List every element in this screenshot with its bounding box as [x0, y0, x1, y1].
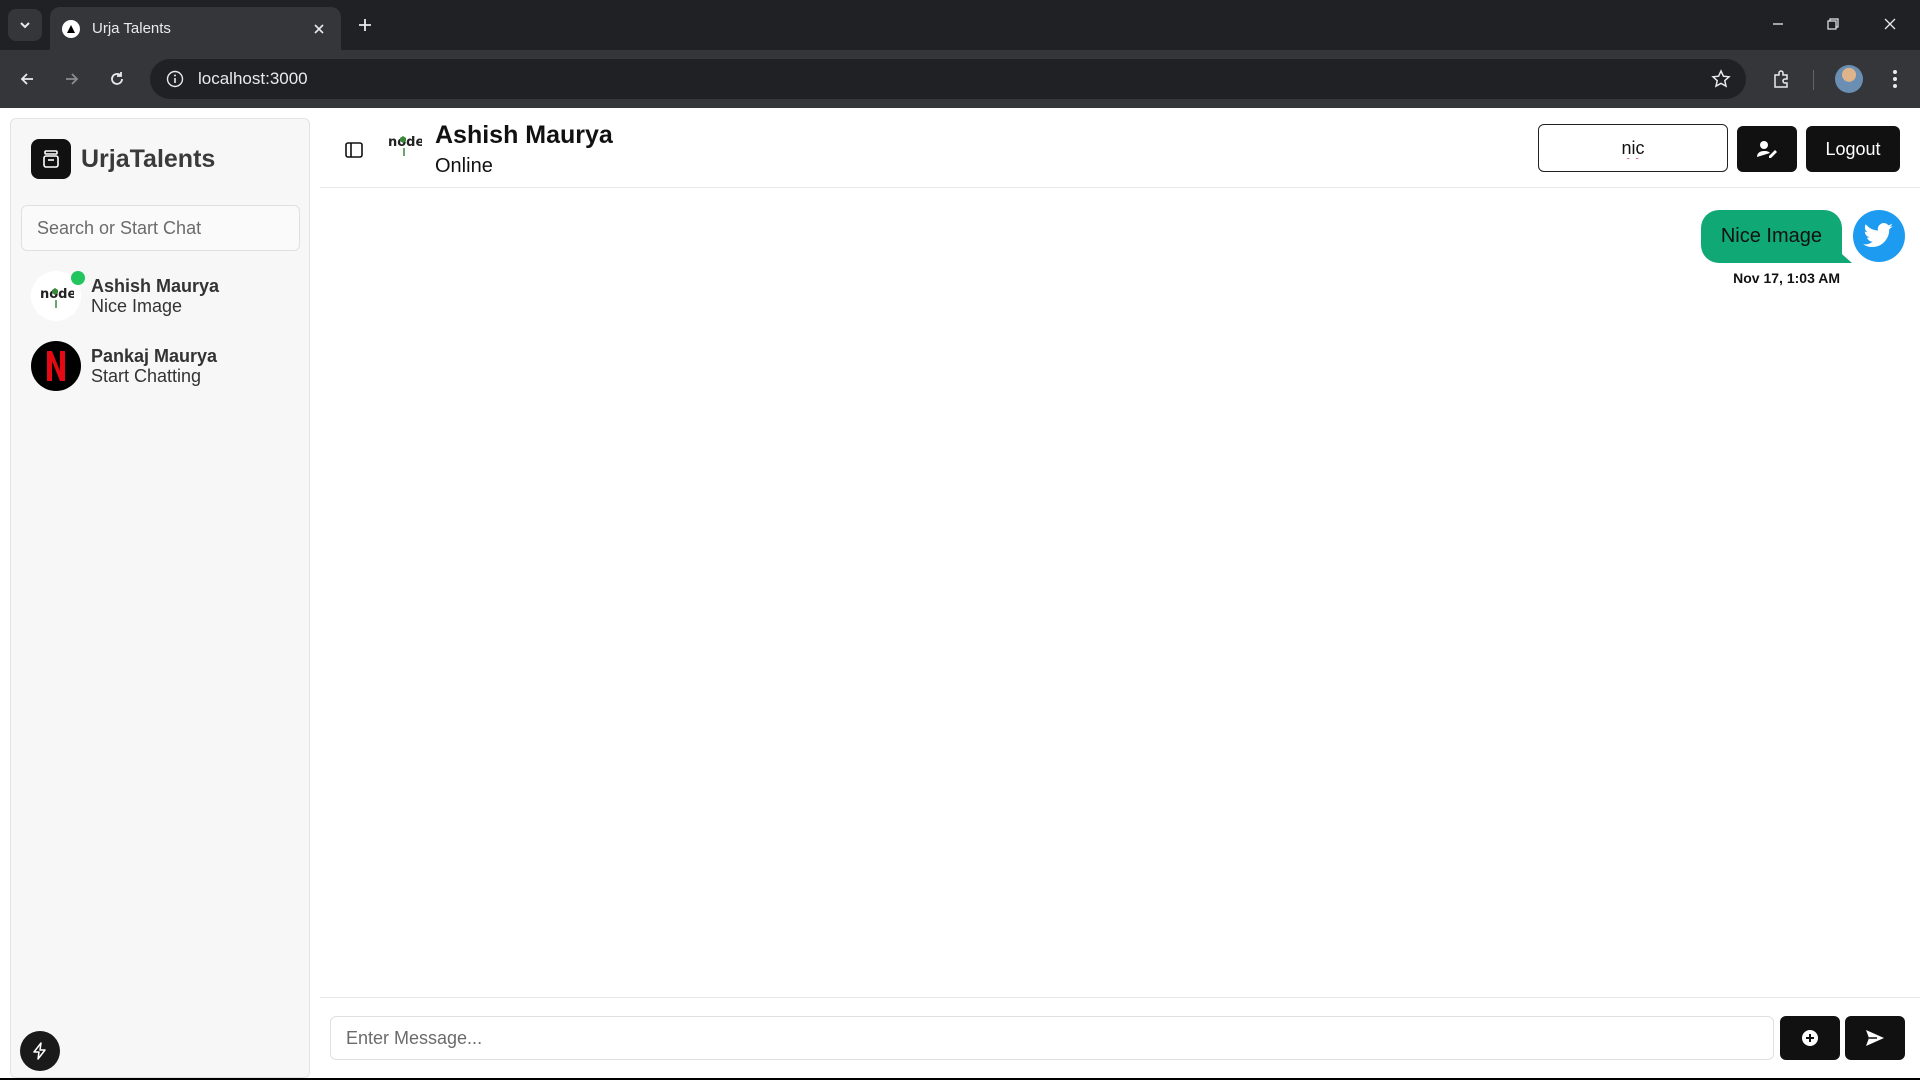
- site-info-icon[interactable]: [164, 68, 186, 90]
- browser-toolbar: localhost:3000: [0, 50, 1920, 108]
- vercel-triangle-icon: [62, 19, 80, 38]
- browser-tab-strip: Urja Talents: [0, 0, 1920, 50]
- header-text-field[interactable]: [1538, 124, 1728, 172]
- contact-name: Ashish Maurya: [91, 276, 220, 296]
- browser-tab-active[interactable]: Urja Talents: [50, 7, 341, 50]
- online-status-dot: [71, 271, 85, 285]
- netflix-logo-icon: [31, 341, 81, 391]
- contact-item-pankaj[interactable]: Pankaj Maurya Start Chatting: [21, 335, 300, 397]
- search-chat-input[interactable]: [21, 205, 300, 251]
- toolbar-divider: [1813, 70, 1814, 90]
- contact-name: Pankaj Maurya: [91, 346, 218, 366]
- contact-item-ashish[interactable]: node Ashish Maurya Nice Image: [21, 265, 300, 327]
- nodejs-logo-icon: node: [31, 271, 85, 321]
- page-viewport: UrjaTalents node Ashish Maurya Nice Imag…: [0, 108, 1920, 1078]
- tab-search-button[interactable]: [8, 9, 42, 41]
- plus-circle-icon: [1802, 1030, 1818, 1046]
- svg-text:node: node: [40, 287, 74, 302]
- url-text: localhost:3000: [198, 69, 308, 88]
- send-button[interactable]: [1845, 1016, 1905, 1060]
- address-bar[interactable]: localhost:3000: [150, 59, 1746, 99]
- kebab-menu-icon[interactable]: [1880, 64, 1910, 94]
- sidebar: UrjaTalents node Ashish Maurya Nice Imag…: [10, 118, 310, 1078]
- window-minimize-icon[interactable]: [1758, 8, 1798, 40]
- twitter-bird-icon: [1853, 210, 1905, 262]
- edit-profile-button[interactable]: [1737, 126, 1797, 172]
- window-close-icon[interactable]: [1870, 8, 1910, 40]
- attach-button[interactable]: [1780, 1016, 1840, 1060]
- bookmark-star-icon[interactable]: [1710, 68, 1732, 90]
- send-arrow-icon: [1866, 1030, 1884, 1046]
- nodejs-logo-icon: node: [382, 122, 426, 166]
- chat-contact-name: Ashish Maurya: [435, 121, 613, 149]
- message-composer: [320, 997, 1920, 1078]
- extensions-puzzle-icon[interactable]: [1766, 64, 1796, 94]
- lightning-bolt-button[interactable]: [20, 1031, 60, 1071]
- chevron-down-icon: [20, 22, 30, 29]
- message-input[interactable]: [330, 1016, 1774, 1060]
- forward-arrow-icon[interactable]: [57, 64, 87, 94]
- lightning-bolt-icon: [33, 1042, 46, 1060]
- window-restore-icon[interactable]: [1813, 8, 1853, 40]
- profile-avatar[interactable]: [1835, 65, 1863, 93]
- chat-contact-status: Online: [435, 155, 493, 177]
- new-tab-plus-icon[interactable]: [352, 12, 378, 38]
- message-list: Nice Image Nov 17, 1:03 AM: [320, 189, 1920, 997]
- contact-last-message: Start Chatting: [91, 366, 202, 386]
- logout-button[interactable]: Logout: [1806, 126, 1900, 172]
- user-edit-icon: [1757, 141, 1777, 158]
- brand[interactable]: UrjaTalents: [31, 139, 215, 179]
- chat-header: node Ashish Maurya Online Logout: [320, 108, 1920, 188]
- sidebar-toggle-icon[interactable]: [342, 138, 366, 162]
- back-arrow-icon[interactable]: [12, 64, 42, 94]
- svg-text:node: node: [388, 135, 422, 150]
- message-bubble-tail: [1834, 247, 1852, 263]
- tab-close-icon[interactable]: [309, 19, 329, 39]
- reload-icon[interactable]: [102, 64, 132, 94]
- message-bubble: Nice Image: [1700, 210, 1842, 263]
- archive-box-icon: [31, 139, 71, 179]
- message-timestamp: Nov 17, 1:03 AM: [1733, 270, 1840, 286]
- contact-last-message: Nice Image: [91, 296, 183, 316]
- brand-name: UrjaTalents: [81, 144, 216, 173]
- tab-title: Urja Talents: [92, 20, 171, 37]
